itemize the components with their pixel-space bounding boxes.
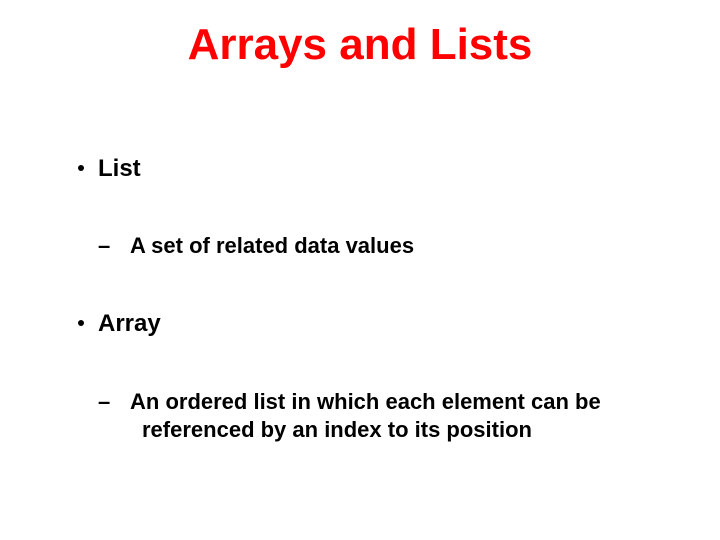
bullet-label: Array — [98, 310, 161, 337]
bullet-label: List — [98, 155, 141, 182]
subbullet-text: An ordered list in which each element ca… — [130, 389, 601, 442]
bullet-dot-icon — [78, 165, 84, 171]
slide-title: Arrays and Lists — [0, 20, 720, 70]
bullet-dot-icon — [78, 320, 84, 326]
bullet-array: Array — [78, 310, 161, 338]
subbullet-text: A set of related data values — [130, 233, 414, 258]
bullet-list: List — [78, 155, 141, 183]
slide: Arrays and Lists List –A set of related … — [0, 0, 720, 540]
subbullet-list-def: –A set of related data values — [120, 232, 702, 260]
subbullet-array-def: –An ordered list in which each element c… — [120, 388, 702, 443]
